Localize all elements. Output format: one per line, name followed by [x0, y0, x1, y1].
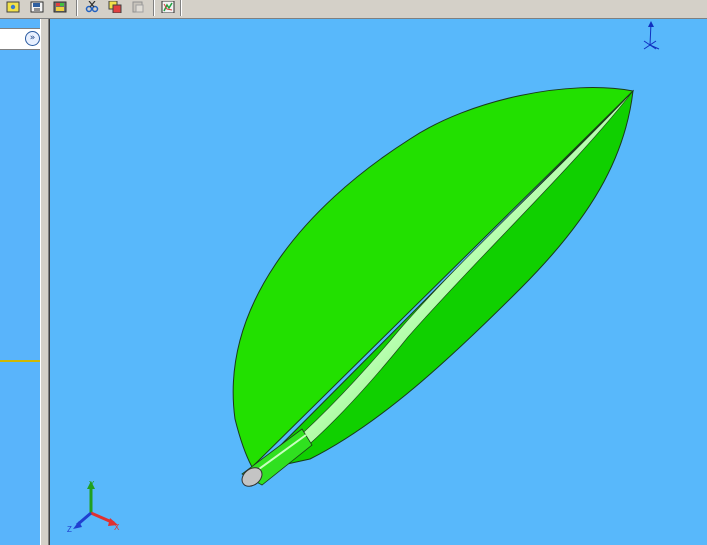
paste-icon — [132, 1, 144, 13]
orientation-triad: Y X Z — [67, 480, 120, 534]
toolbar-separator — [153, 0, 155, 16]
leaf-blade-left[interactable] — [232, 87, 635, 468]
reference-triad-icon — [643, 21, 660, 50]
feature-manager-panel: » — [0, 19, 42, 545]
copy-icon — [108, 1, 122, 13]
z-axis-label: Z — [67, 525, 72, 534]
x-axis-label: X — [114, 523, 120, 532]
toolbar — [0, 0, 707, 19]
save-view-icon — [30, 1, 44, 13]
model-view: Y X Z — [67, 21, 660, 534]
cut-button[interactable] — [85, 0, 99, 14]
rebuild-icon — [161, 1, 175, 13]
copy-button[interactable] — [108, 0, 122, 14]
save-view-button[interactable] — [30, 0, 44, 14]
graphics-viewport[interactable]: Y X Z — [49, 19, 707, 545]
toolbar-separator — [76, 0, 78, 16]
zoom-to-area-button[interactable] — [6, 0, 20, 14]
cut-icon — [85, 1, 99, 13]
panel-splitter[interactable] — [40, 19, 49, 545]
panel-header: » — [0, 28, 42, 50]
rebuild-button[interactable] — [161, 0, 175, 14]
expand-panel-button[interactable]: » — [25, 31, 40, 46]
y-axis-label: Y — [89, 480, 95, 489]
expand-double-chevron-icon: » — [29, 33, 36, 43]
display-style-button[interactable] — [53, 0, 67, 14]
panel-split-handle[interactable] — [0, 360, 40, 362]
display-style-icon — [53, 1, 67, 13]
toolbar-separator — [180, 0, 182, 16]
zoom-to-area-icon — [6, 1, 20, 13]
paste-button[interactable] — [131, 0, 145, 14]
